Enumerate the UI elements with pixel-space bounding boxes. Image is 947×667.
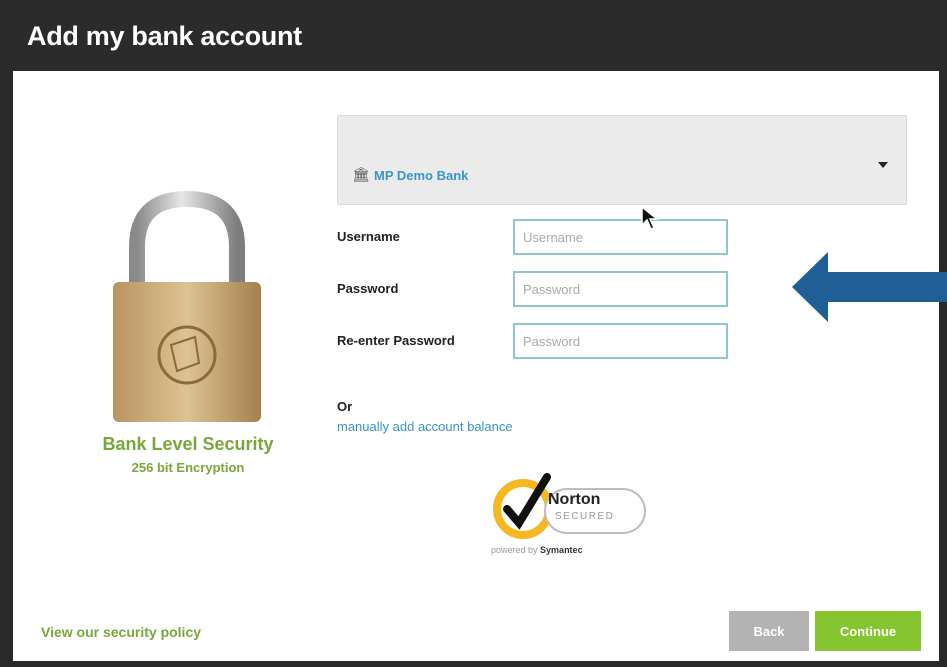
dialog-header: Add my bank account [13, 7, 939, 71]
reenter-password-label: Re-enter Password [337, 333, 455, 348]
security-policy-link[interactable]: View our security policy [41, 624, 201, 640]
dialog-title: Add my bank account [27, 21, 302, 51]
password-input[interactable] [513, 271, 728, 307]
manual-balance-link[interactable]: manually add account balance [337, 419, 513, 434]
left-arrow-icon [792, 252, 947, 322]
selected-bank-name: MP Demo Bank [374, 168, 469, 183]
back-button[interactable]: Back [729, 611, 809, 651]
norton-brand: Norton [548, 491, 601, 508]
continue-button[interactable]: Continue [815, 611, 921, 651]
norton-secured-text: SECURED [555, 511, 615, 522]
encryption-subtitle: 256 bit Encryption [131, 460, 245, 475]
username-input[interactable] [513, 219, 728, 255]
mouse-cursor-icon [641, 205, 660, 230]
chevron-down-icon[interactable] [878, 162, 888, 168]
powered-by-brand: Symantec [540, 545, 583, 555]
or-separator: Or [337, 399, 353, 414]
password-label: Password [337, 281, 399, 296]
username-label: Username [337, 229, 400, 244]
powered-by-text: powered by Symantec [491, 545, 583, 555]
bank-account-dialog: Add my bank account Bank Level Security … [10, 4, 942, 664]
reenter-password-input[interactable] [513, 323, 728, 359]
security-title: Bank Level Security [102, 434, 274, 454]
padlock-icon [113, 190, 261, 422]
bank-select-dropdown[interactable]: 🏛 MP Demo Bank [337, 115, 907, 205]
bank-icon: 🏛 [352, 166, 370, 182]
powered-by-prefix: powered by [491, 545, 538, 555]
